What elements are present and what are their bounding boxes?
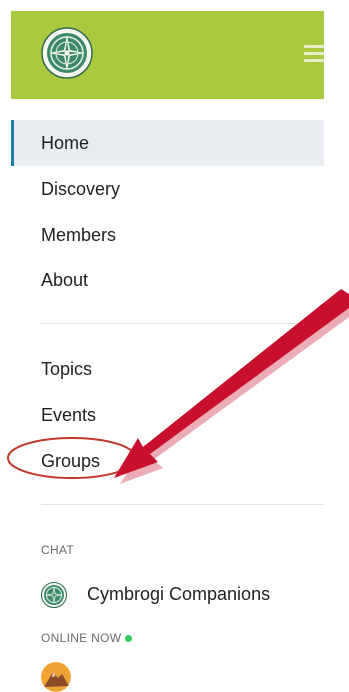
nav-divider [41,504,324,505]
online-status-dot-icon [125,635,133,643]
nav-item-label: Discovery [41,179,121,199]
chat-section-label: CHAT [41,543,74,557]
nav-item-home[interactable]: Home [11,120,324,166]
site-header [11,11,324,99]
compass-logo-icon[interactable] [41,27,93,79]
nav-item-topics[interactable]: Topics [11,346,324,392]
nav-item-label: Home [41,133,90,153]
online-now-text: ONLINE NOW [41,631,122,645]
nav-item-label: Members [41,225,117,245]
nav-item-label: Groups [41,451,101,471]
nav-item-groups[interactable]: Groups [11,438,324,484]
online-now-label: ONLINE NOW [41,631,133,645]
nav-item-about[interactable]: About [11,257,324,303]
compass-logo-icon [41,582,67,608]
nav-item-label: Topics [41,359,93,379]
hamburger-menu-icon[interactable] [304,39,324,67]
nav-divider [41,323,324,324]
user-avatar[interactable] [41,662,71,692]
chat-item-cymbrogi-companions[interactable]: Cymbrogi Companions [41,580,324,610]
nav-item-label: About [41,270,89,290]
chat-item-name: Cymbrogi Companions [87,584,271,604]
nav-item-members[interactable]: Members [11,212,324,258]
nav-item-label: Events [41,405,97,425]
nav-item-discovery[interactable]: Discovery [11,166,324,212]
nav-item-events[interactable]: Events [11,392,324,438]
